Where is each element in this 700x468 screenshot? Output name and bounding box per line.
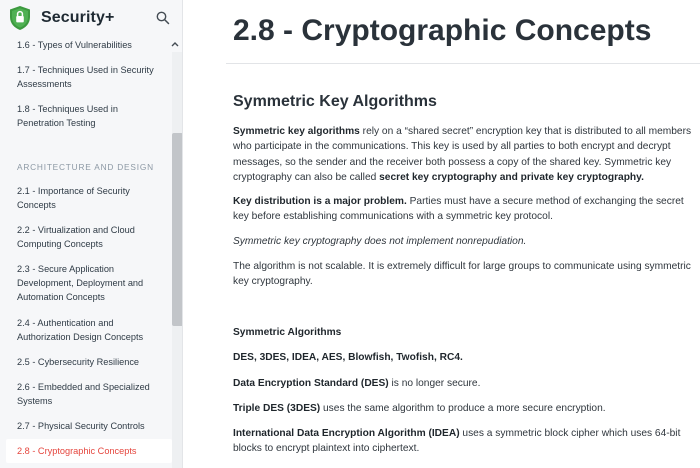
sidebar-item-2-2[interactable]: 2.2 - Virtualization and Cloud Computing… bbox=[17, 223, 165, 251]
paragraph-des: Data Encryption Standard (DES) is no lon… bbox=[233, 376, 698, 391]
para5-lead: Data Encryption Standard (DES) bbox=[233, 378, 389, 389]
sidebar-item-2-3[interactable]: 2.3 - Secure Application Development, De… bbox=[17, 262, 165, 304]
para2-lead: Key distribution is a major problem. bbox=[233, 196, 407, 207]
paragraph-idea: International Data Encryption Algorithm … bbox=[233, 426, 698, 457]
sidebar-item-2-8[interactable]: 2.8 - Cryptographic Concepts bbox=[17, 444, 165, 458]
sidebar-header: Security+ bbox=[0, 0, 182, 36]
sidebar-item-2-6[interactable]: 2.6 - Embedded and Specialized Systems bbox=[17, 380, 165, 408]
sidebar-item-1-7[interactable]: 1.7 - Techniques Used in Security Assess… bbox=[17, 63, 165, 91]
paragraph-symmetric-key: Symmetric key algorithms rely on a “shar… bbox=[233, 124, 698, 186]
sidebar: Security+ 1.6 - Types of Vulnerabilities… bbox=[0, 0, 183, 468]
para3-text: Symmetric key cryptography does not impl… bbox=[233, 236, 527, 247]
app-title: Security+ bbox=[41, 9, 115, 26]
page-title: 2.8 - Cryptographic Concepts bbox=[233, 14, 652, 47]
sidebar-item-2-7[interactable]: 2.7 - Physical Security Controls bbox=[17, 419, 165, 433]
algorithms-heading: Symmetric Algorithms bbox=[233, 327, 342, 338]
para6-text: uses the same algorithm to produce a mor… bbox=[320, 403, 606, 414]
title-divider bbox=[226, 63, 700, 64]
paragraph-key-distribution: Key distribution is a major problem. Par… bbox=[233, 194, 698, 225]
sidebar-item-2-5[interactable]: 2.5 - Cybersecurity Resilience bbox=[17, 355, 165, 369]
paragraph-scalability: The algorithm is not scalable. It is ext… bbox=[233, 261, 691, 288]
sidebar-item-1-6[interactable]: 1.6 - Types of Vulnerabilities bbox=[17, 38, 165, 52]
sidebar-item-2-1[interactable]: 2.1 - Importance of Security Concepts bbox=[17, 184, 165, 212]
algorithms-list: DES, 3DES, IDEA, AES, Blowfish, Twofish,… bbox=[233, 352, 463, 363]
para1-lead: Symmetric key algorithms bbox=[233, 126, 360, 137]
paragraph-3des: Triple DES (3DES) uses the same algorith… bbox=[233, 401, 698, 416]
para6-lead: Triple DES (3DES) bbox=[233, 403, 321, 414]
sidebar-scrollbar-thumb[interactable] bbox=[172, 133, 182, 326]
paragraph-nonrepudiation: Symmetric key cryptography does not impl… bbox=[233, 234, 698, 249]
main-content: 2.8 - Cryptographic Concepts Symmetric K… bbox=[184, 0, 700, 468]
para7-lead: International Data Encryption Algorithm … bbox=[233, 428, 460, 439]
sidebar-item-1-8[interactable]: 1.8 - Techniques Used in Penetration Tes… bbox=[17, 102, 165, 130]
search-icon[interactable] bbox=[155, 10, 171, 26]
section-heading: ARCHITECTURE AND DESIGN bbox=[17, 162, 154, 172]
shield-icon bbox=[10, 6, 30, 30]
para1-bold-end: secret key cryptography and private key … bbox=[379, 172, 644, 184]
chevron-up-icon[interactable] bbox=[170, 40, 180, 48]
para5-text: is no longer secure. bbox=[388, 378, 481, 389]
sidebar-item-2-4[interactable]: 2.4 - Authentication and Authorization D… bbox=[17, 316, 165, 344]
section-title: Symmetric Key Algorithms bbox=[233, 93, 437, 110]
